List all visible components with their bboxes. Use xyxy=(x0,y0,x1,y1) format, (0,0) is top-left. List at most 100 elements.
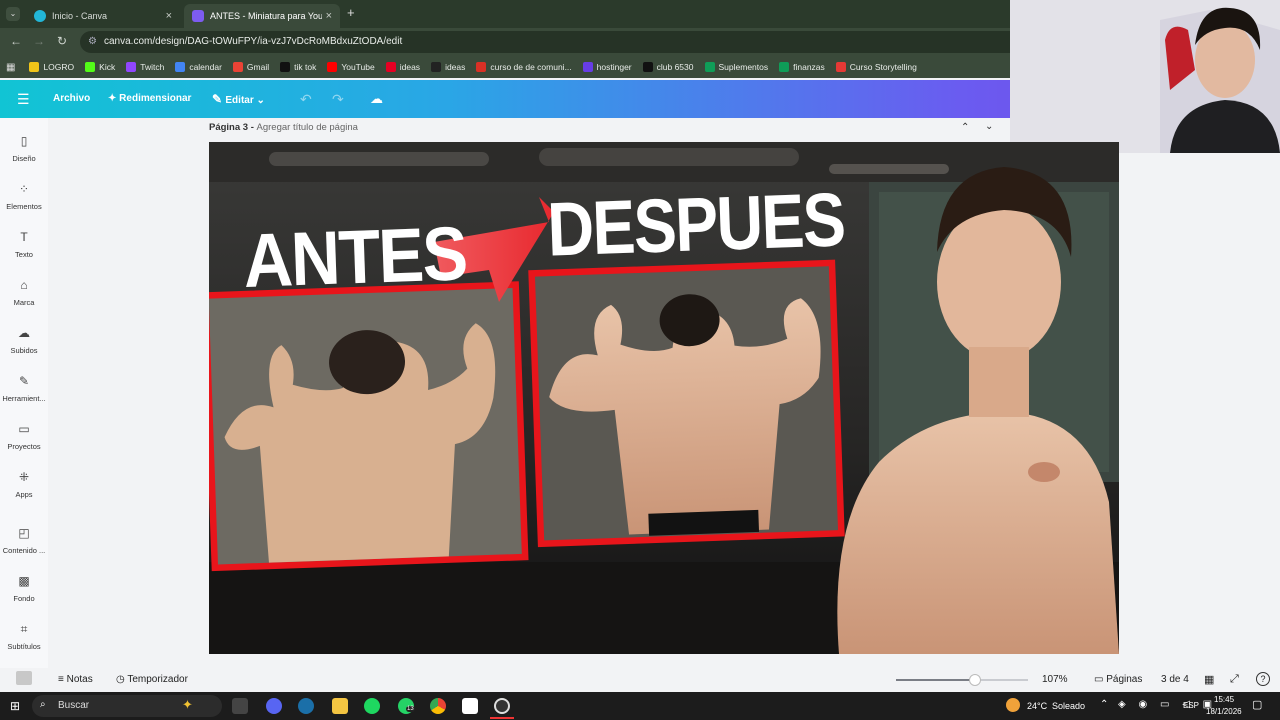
notes-button[interactable]: ≡ Notas xyxy=(58,674,93,685)
bookmark-label: calendar xyxy=(189,62,222,72)
zoom-value[interactable]: 107% xyxy=(1042,674,1068,685)
sidebar-item-tools[interactable]: ✎ Herramient... xyxy=(0,374,48,403)
page-down-icon[interactable]: ⌄ xyxy=(985,121,993,132)
bookmark-favicon-icon xyxy=(85,62,96,72)
bookmark-item[interactable]: calendar xyxy=(175,62,222,72)
sidebar-item-brand[interactable]: ⌂ Marca xyxy=(0,278,48,307)
sidebar-item-upload[interactable]: ☁ Subidos xyxy=(0,326,48,355)
task-view-icon[interactable] xyxy=(232,698,248,714)
bookmark-label: Gmail xyxy=(246,62,270,72)
sidebar-item-background[interactable]: ▩ Fondo xyxy=(0,574,48,603)
tab-antes-miniatura[interactable]: ANTES - Miniatura para YouTub × xyxy=(184,4,340,28)
taskbar-search[interactable]: ⌕ Buscar ✦ xyxy=(32,695,222,717)
bookmark-item[interactable]: YouTube xyxy=(327,62,375,72)
notion-icon[interactable] xyxy=(462,698,478,714)
bookmark-item[interactable]: curso de de comuni... xyxy=(476,62,572,72)
windows-start-icon[interactable]: ⊞ xyxy=(10,699,20,713)
tab-list-dropdown[interactable]: ⌄ xyxy=(6,7,20,21)
redo-icon[interactable]: ↷ xyxy=(332,80,344,118)
thumbnail-artwork: ANTES DESPUES xyxy=(209,142,1119,654)
sidebar-item-label: Elementos xyxy=(6,202,42,211)
notification-icon[interactable]: ▢ xyxy=(1252,698,1262,711)
bookmark-favicon-icon xyxy=(582,62,593,72)
browser-tab-strip: ⌄ Inicio - Canva × ANTES - Miniatura par… xyxy=(0,0,1010,28)
file-menu-button[interactable]: Archivo xyxy=(53,80,90,118)
chrome-icon[interactable] xyxy=(430,698,446,714)
tray-chevron-icon[interactable]: ⌃ xyxy=(1100,699,1108,710)
brand-icon: ⌂ xyxy=(20,278,28,292)
menu-icon[interactable]: ☰ xyxy=(17,80,30,118)
whatsapp-icon[interactable]: 13 xyxy=(398,698,415,714)
language-indicator[interactable]: ESP xyxy=(1183,701,1199,710)
clock-date[interactable]: 18/1/2026 xyxy=(1206,707,1242,716)
sidebar-item-captions[interactable]: ⌗ Subtítulos xyxy=(0,622,48,651)
sidebar-item-content[interactable]: ◰ Contenido ... xyxy=(0,526,48,555)
canva-doc-favicon-icon xyxy=(192,10,204,22)
tray-icons[interactable]: ◈ ◉ ▭ ◁ ▣ xyxy=(1118,699,1217,710)
bookmark-item[interactable]: Twitch xyxy=(126,62,164,72)
bookmark-favicon-icon xyxy=(431,62,442,72)
url-bar[interactable]: ⚙ canva.com/design/DAG-tOWuFPY/ia-vzJ7vD… xyxy=(80,31,1010,53)
steam-icon[interactable] xyxy=(298,698,314,714)
bookmark-item[interactable]: LOGRO xyxy=(29,62,74,72)
sidebar-item-label: Diseño xyxy=(12,154,36,163)
edit-mode-button[interactable]: ✎ Editar ⌄ xyxy=(212,80,265,118)
site-info-icon[interactable]: ⚙ xyxy=(88,31,97,53)
pages-button[interactable]: ▭ Páginas xyxy=(1094,674,1142,685)
add-page-title-field[interactable]: Agregar título de página xyxy=(257,122,358,133)
thumbnail-preview[interactable] xyxy=(16,671,32,685)
bookmark-label: Suplementos xyxy=(718,62,769,72)
search-highlight-icon: ✦ xyxy=(182,697,193,712)
weather-desc: Soleado xyxy=(1052,701,1086,711)
sidebar-item-label: Herramient... xyxy=(2,394,46,403)
sidebar-item-apps[interactable]: ⁜ Apps xyxy=(0,470,48,499)
bookmark-item[interactable]: ideas xyxy=(385,62,420,72)
bookmark-favicon-icon xyxy=(280,62,291,72)
bookmark-item[interactable]: hostinger xyxy=(582,62,632,72)
bookmark-item[interactable]: Suplementos xyxy=(704,62,769,72)
cloud-save-icon[interactable]: ☁ xyxy=(370,80,383,118)
close-tab-icon[interactable]: × xyxy=(326,10,332,22)
bookmark-item[interactable]: tik tok xyxy=(280,62,316,72)
discord-icon[interactable] xyxy=(266,698,282,714)
file-explorer-icon[interactable] xyxy=(332,698,348,714)
obs-icon[interactable] xyxy=(494,698,510,714)
spotify-icon[interactable] xyxy=(364,698,380,714)
grid-view-icon[interactable]: ▦ xyxy=(1204,673,1214,686)
folder-icon: ▭ xyxy=(18,422,30,436)
sidebar-item-text[interactable]: T Texto xyxy=(0,230,48,259)
back-icon[interactable]: ← xyxy=(10,34,22,48)
bookmark-label: club 6530 xyxy=(656,62,694,72)
after-headline: DESPUES xyxy=(546,176,846,271)
page-up-icon[interactable]: ⌃ xyxy=(961,122,969,133)
clock-time[interactable]: 15:45 xyxy=(1214,695,1234,704)
bookmark-favicon-icon xyxy=(642,62,653,72)
zoom-slider[interactable] xyxy=(896,674,1028,686)
reload-icon[interactable]: ↻ xyxy=(57,34,67,48)
tab-inicio-canva[interactable]: Inicio - Canva × xyxy=(26,4,180,28)
forward-icon[interactable]: → xyxy=(33,34,45,48)
close-tab-icon[interactable]: × xyxy=(166,10,172,22)
sidebar-item-layout[interactable]: ▯ Diseño xyxy=(0,134,48,163)
sidebar-item-shapes[interactable]: ⁘ Elementos xyxy=(0,182,48,211)
resize-button[interactable]: ✦ Redimensionar xyxy=(108,80,191,118)
design-canvas[interactable]: ANTES DESPUES xyxy=(209,142,1119,654)
timer-button[interactable]: ◷ Temporizador xyxy=(116,674,188,685)
bookmark-item[interactable]: Gmail xyxy=(232,62,270,72)
new-tab-button[interactable]: + xyxy=(347,5,355,20)
bookmark-item[interactable]: finanzas xyxy=(779,62,825,72)
bookmark-item[interactable]: Kick xyxy=(85,62,115,72)
canva-favicon-icon xyxy=(34,10,46,22)
after-photo xyxy=(528,259,845,548)
weather-icon xyxy=(1006,698,1020,712)
help-icon[interactable]: ? xyxy=(1256,672,1270,686)
bookmark-item[interactable]: Curso Storytelling xyxy=(835,62,917,72)
fullscreen-icon[interactable]: ⤢ xyxy=(1230,673,1239,686)
bookmark-item[interactable]: ideas xyxy=(431,62,465,72)
bookmark-item[interactable]: club 6530 xyxy=(642,62,694,72)
sidebar-item-folder[interactable]: ▭ Proyectos xyxy=(0,422,48,451)
apps-grid-icon[interactable]: ▦ xyxy=(6,62,15,73)
undo-icon[interactable]: ↶ xyxy=(300,80,312,118)
weather-temp[interactable]: 24°C xyxy=(1027,701,1047,711)
zoom-slider-handle[interactable] xyxy=(969,674,982,686)
